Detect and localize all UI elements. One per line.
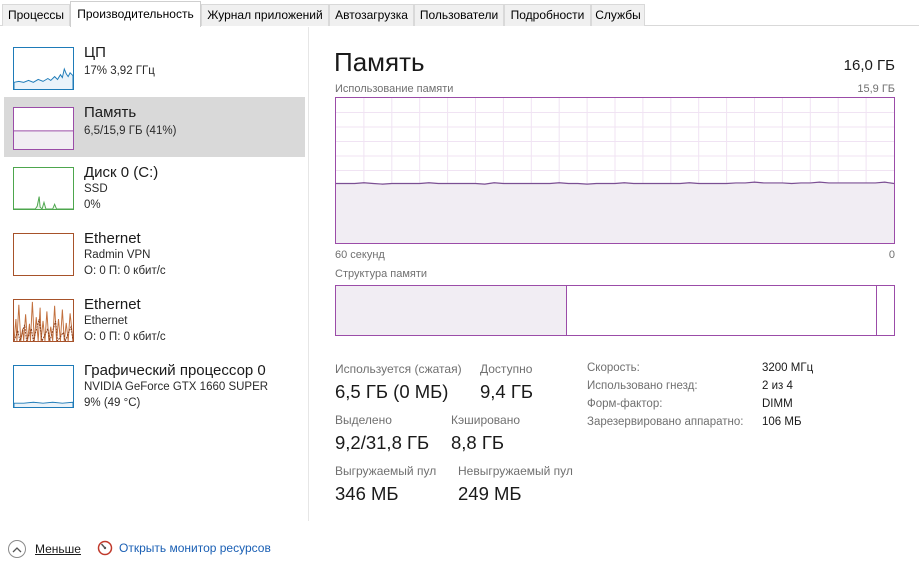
- sidebar-item-detail-2: 9% (49 °C): [84, 397, 141, 409]
- sidebar-item-detail-2: О: 0 П: 0 кбит/с: [84, 265, 166, 277]
- page-title: Память: [334, 47, 425, 77]
- sidebar-item-disk[interactable]: Диск 0 (C:) SSD 0%: [4, 157, 305, 217]
- sidebar-item-title: Ethernet: [84, 230, 141, 247]
- in-use-label: Используется (сжатая): [335, 362, 462, 376]
- sidebar-item-title: Память: [84, 104, 137, 121]
- form-factor-label: Форм-фактор:: [587, 398, 663, 410]
- graph-time-left: 60 секунд: [335, 249, 385, 261]
- chevron-up-icon: [8, 540, 26, 558]
- graph-time-right: 0: [888, 249, 895, 261]
- sidebar-item-detail-2: 0%: [84, 199, 101, 211]
- ethernet-thumbnail-graph: [13, 233, 74, 276]
- memory-composition-bar: [335, 285, 895, 336]
- reserved-label: Зарезервировано аппаратно:: [587, 416, 744, 428]
- ethernet-thumbnail-graph: [13, 299, 74, 342]
- sidebar-item-detail: 17% 3,92 ГГц: [84, 65, 155, 77]
- committed-value: 9,2/31,8 ГБ: [335, 432, 430, 453]
- tab-startup[interactable]: Автозагрузка: [329, 4, 414, 26]
- sidebar-item-gpu[interactable]: Графический процессор 0 NVIDIA GeForce G…: [4, 355, 305, 415]
- speed-value: 3200 МГц: [762, 362, 814, 374]
- gpu-thumbnail-graph: [13, 365, 74, 408]
- in-use-value: 6,5 ГБ (0 МБ): [335, 381, 449, 402]
- structure-label: Структура памяти: [335, 268, 428, 280]
- sidebar-item-memory[interactable]: Память 6,5/15,9 ГБ (41%): [4, 97, 305, 157]
- memory-total: 16,0 ГБ: [843, 57, 895, 74]
- fewer-details-label: Меньше: [35, 542, 81, 556]
- sidebar-item-title: ЦП: [84, 44, 106, 61]
- slots-label: Использовано гнезд:: [587, 380, 698, 392]
- sidebar-item-ethernet[interactable]: Ethernet Ethernet О: 0 П: 0 кбит/с: [4, 289, 305, 349]
- sidebar-item-title: Диск 0 (C:): [84, 164, 159, 181]
- cpu-thumbnail-graph: [13, 47, 74, 90]
- tab-details[interactable]: Подробности: [504, 4, 591, 26]
- available-label: Доступно: [480, 362, 533, 376]
- committed-label: Выделено: [335, 413, 392, 427]
- composition-in-use: [336, 286, 567, 335]
- open-resource-monitor-link[interactable]: Открыть монитор ресурсов: [97, 540, 271, 556]
- memory-thumbnail-graph: [13, 107, 74, 150]
- usage-graph-label: Использование памяти: [335, 83, 454, 95]
- sidebar-item-detail: Radmin VPN: [84, 249, 151, 261]
- nonpaged-pool-label: Невыгружаемый пул: [458, 464, 573, 478]
- reserved-value: 106 МБ: [762, 416, 802, 428]
- resource-list: ЦП 17% 3,92 ГГц Память 6,5/15,9 ГБ (41%)…: [0, 27, 309, 521]
- composition-free-marker: [876, 286, 877, 335]
- tab-performance[interactable]: Производительность: [70, 1, 201, 27]
- sidebar-item-detail: NVIDIA GeForce GTX 1660 SUPER: [84, 381, 269, 393]
- nonpaged-pool-value: 249 МБ: [458, 483, 522, 504]
- sidebar-item-detail-2: О: 0 П: 0 кбит/с: [84, 331, 166, 343]
- paged-pool-value: 346 МБ: [335, 483, 399, 504]
- sidebar-item-detail: SSD: [84, 183, 108, 195]
- tab-processes[interactable]: Процессы: [2, 4, 70, 26]
- footer-bar: Меньше Открыть монитор ресурсов: [0, 532, 919, 568]
- sidebar-item-title: Ethernet: [84, 296, 141, 313]
- sidebar-item-detail: Ethernet: [84, 315, 128, 327]
- fewer-details-button[interactable]: Меньше: [8, 540, 81, 558]
- open-resource-monitor-label: Открыть монитор ресурсов: [119, 541, 271, 555]
- tab-services[interactable]: Службы: [591, 4, 645, 26]
- cached-value: 8,8 ГБ: [451, 432, 505, 453]
- sidebar-item-ethernet-radmin[interactable]: Ethernet Radmin VPN О: 0 П: 0 кбит/с: [4, 223, 305, 283]
- slots-value: 2 из 4: [762, 380, 793, 392]
- resource-monitor-icon: [97, 540, 113, 556]
- disk-thumbnail-graph: [13, 167, 74, 210]
- available-value: 9,4 ГБ: [480, 381, 534, 402]
- form-factor-value: DIMM: [762, 398, 793, 410]
- paged-pool-label: Выгружаемый пул: [335, 464, 437, 478]
- usage-graph-max: 15,9 ГБ: [857, 83, 895, 95]
- sidebar-item-title: Графический процессор 0: [84, 362, 266, 379]
- speed-label: Скорость:: [587, 362, 640, 374]
- cached-label: Кэшировано: [451, 413, 521, 427]
- sidebar-item-cpu[interactable]: ЦП 17% 3,92 ГГц: [4, 37, 305, 97]
- tab-users[interactable]: Пользователи: [414, 4, 504, 26]
- memory-detail-panel: Память 16,0 ГБ Использование памяти 15,9…: [310, 27, 919, 521]
- memory-usage-graph: [335, 97, 895, 244]
- tab-bar: Процессы Производительность Журнал прило…: [0, 0, 919, 27]
- sidebar-item-detail: 6,5/15,9 ГБ (41%): [84, 125, 177, 137]
- tab-app-history[interactable]: Журнал приложений: [201, 4, 329, 26]
